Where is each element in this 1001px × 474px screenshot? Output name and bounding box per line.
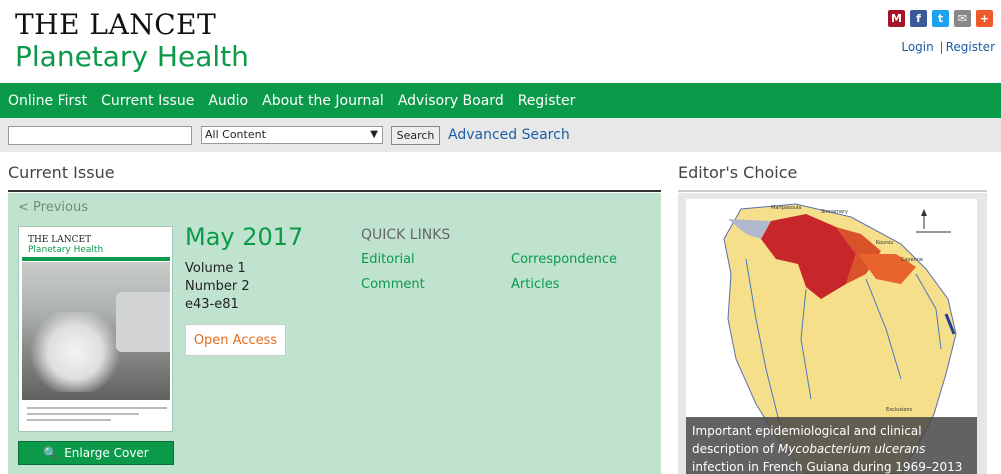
map-compass [916, 209, 951, 233]
cover-title-planetary: Planetary Health [28, 245, 104, 255]
quick-links-heading: QUICK LINKS [361, 227, 451, 243]
nav-audio[interactable]: Audio [208, 93, 248, 109]
nav-register[interactable]: Register [518, 93, 576, 109]
main-nav: Online First Current Issue Audio About t… [0, 83, 1001, 118]
cover-title-lancet: THE LANCET [28, 235, 92, 245]
dropdown-arrow-icon: ▼ [370, 129, 378, 140]
issue-date: May 2017 [185, 223, 304, 251]
caption-line-2: description of Mycobacterium ulcerans [692, 440, 971, 458]
previous-issue-link[interactable]: < Previous [18, 200, 88, 215]
editors-choice-heading: Editor's Choice [678, 163, 798, 182]
caption-line-2-text: description of [692, 442, 778, 456]
issue-number: Number 2 [185, 279, 250, 294]
svg-text:Kourou: Kourou [876, 240, 893, 246]
enlarge-cover-button[interactable]: 🔍 Enlarge Cover [18, 441, 174, 465]
cover-car [116, 292, 170, 352]
share-icons: M f t ✉ + [888, 10, 993, 27]
twitter-icon[interactable]: t [932, 10, 949, 27]
editors-choice-panel: Maripasoula Sinnamary Kourou Cayenne Exc… [678, 193, 987, 474]
svg-text:Exclusions: Exclusions [886, 407, 913, 413]
enlarge-cover-label: Enlarge Cover [64, 446, 149, 460]
cover-strip [22, 257, 170, 261]
content-select[interactable]: All Content ▼ [201, 126, 383, 144]
svg-text:Sinnamary: Sinnamary [821, 209, 848, 215]
nav-current-issue[interactable]: Current Issue [101, 93, 194, 109]
advanced-search-link[interactable]: Advanced Search [448, 127, 570, 143]
login-link[interactable]: Login [901, 40, 933, 54]
open-access-button[interactable]: Open Access [185, 324, 286, 356]
search-input[interactable] [8, 126, 192, 145]
current-issue-panel: < Previous THE LANCET Planetary Health 🔍… [8, 193, 661, 474]
quick-link-comment[interactable]: Comment [361, 277, 425, 292]
quick-link-articles[interactable]: Articles [511, 277, 559, 292]
auth-separator: | [939, 40, 944, 54]
logo-the-lancet[interactable]: THE LANCET [15, 8, 216, 41]
cover-text-lines [27, 407, 167, 425]
svg-text:Maripasoula: Maripasoula [771, 205, 801, 211]
mendeley-icon[interactable]: M [888, 10, 905, 27]
issue-cover-image[interactable]: THE LANCET Planetary Health [18, 226, 173, 432]
quick-link-correspondence[interactable]: Correspondence [511, 252, 617, 267]
editors-choice-caption[interactable]: Important epidemiological and clinical d… [686, 417, 977, 474]
quick-link-editorial[interactable]: Editorial [361, 252, 415, 267]
caption-line-3: infection in French Guiana during 1969–2… [692, 460, 963, 474]
search-bar: All Content ▼ Search Advanced Search [0, 118, 1001, 152]
auth-links: Login | Register [901, 40, 995, 54]
caption-line-1: Important epidemiological and clinical [692, 424, 922, 438]
nav-online-first[interactable]: Online First [8, 93, 87, 109]
issue-pages: e43-e81 [185, 297, 239, 312]
cover-photo [22, 262, 170, 400]
nav-advisory-board[interactable]: Advisory Board [398, 93, 504, 109]
magnifier-icon: 🔍 [43, 446, 59, 460]
issue-volume: Volume 1 [185, 261, 246, 276]
facebook-icon[interactable]: f [910, 10, 927, 27]
svg-text:Cayenne: Cayenne [901, 257, 923, 263]
email-icon[interactable]: ✉ [954, 10, 971, 27]
nav-about-journal[interactable]: About the Journal [262, 93, 384, 109]
current-issue-heading: Current Issue [8, 163, 115, 182]
share-plus-icon[interactable]: + [976, 10, 993, 27]
register-link[interactable]: Register [946, 40, 995, 54]
caption-species-name: Mycobacterium ulcerans [777, 442, 926, 456]
editors-choice-divider [678, 190, 987, 192]
search-button[interactable]: Search [391, 126, 440, 145]
cover-smoke [30, 312, 120, 392]
logo-planetary-health[interactable]: Planetary Health [15, 40, 249, 73]
content-select-value: All Content [205, 128, 266, 141]
site-header: THE LANCET Planetary Health M f t ✉ + Lo… [0, 0, 1001, 83]
current-issue-divider [8, 190, 661, 192]
